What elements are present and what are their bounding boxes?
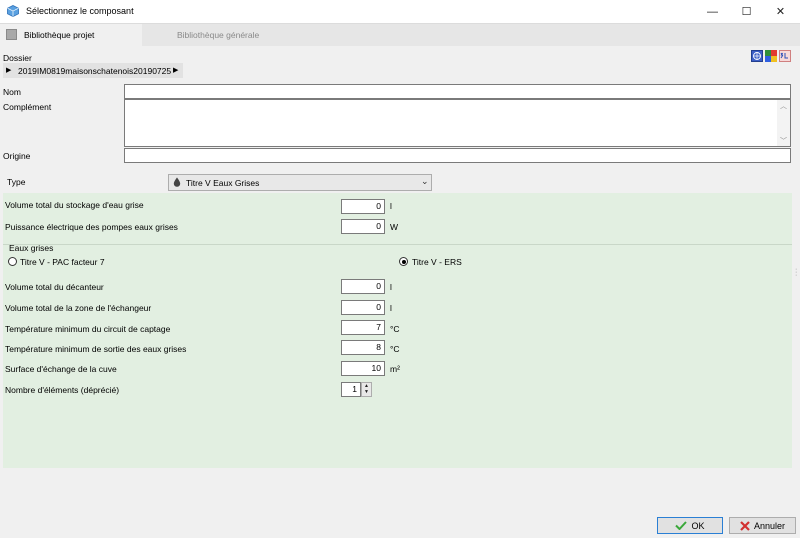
temp-captage-input[interactable]: 7 bbox=[341, 320, 385, 335]
tab-label: Bibliothèque projet bbox=[24, 30, 95, 40]
tab-bibliotheque-generale[interactable]: Bibliothèque générale bbox=[177, 30, 259, 40]
checkmark-icon bbox=[675, 521, 688, 530]
volume-echangeur-label: Volume total de la zone de l'échangeur bbox=[5, 303, 152, 313]
nom-label: Nom bbox=[3, 87, 21, 97]
nom-input[interactable] bbox=[124, 84, 791, 99]
water-drop-icon bbox=[173, 177, 181, 187]
surface-echange-input[interactable]: 10 bbox=[341, 361, 385, 376]
type-value: Titre V Eaux Grises bbox=[186, 178, 260, 188]
complement-input[interactable] bbox=[124, 99, 791, 147]
app-icon bbox=[7, 5, 19, 17]
color-grid-icon[interactable] bbox=[765, 50, 777, 62]
complement-label: Complément bbox=[3, 102, 52, 112]
type-label: Type bbox=[7, 177, 26, 187]
puissance-pompes-unit: W bbox=[390, 222, 399, 232]
temp-sortie-input[interactable]: 8 bbox=[341, 340, 385, 355]
chevron-down-icon[interactable]: ⌄ bbox=[421, 176, 429, 187]
volume-decanteur-unit: l bbox=[390, 282, 392, 292]
maximize-button[interactable]: ☐ bbox=[730, 0, 763, 23]
library-icon bbox=[6, 29, 17, 40]
triangle-right-icon[interactable]: ▶ bbox=[173, 66, 178, 74]
excel-icon[interactable] bbox=[779, 50, 791, 62]
temp-captage-unit: °C bbox=[390, 324, 400, 334]
puissance-pompes-input[interactable]: 0 bbox=[341, 219, 385, 234]
chevron-up-icon[interactable]: ︿ bbox=[780, 101, 787, 111]
volume-decanteur-label: Volume total du décanteur bbox=[5, 282, 104, 292]
stepper-down-icon[interactable]: ▼ bbox=[362, 389, 371, 395]
radio-pac-facteur-7[interactable] bbox=[8, 257, 17, 266]
origine-label: Origine bbox=[3, 151, 31, 161]
volume-echangeur-input[interactable]: 0 bbox=[341, 300, 385, 315]
close-button[interactable]: ✕ bbox=[764, 0, 797, 23]
chevron-down-icon[interactable]: ﹀ bbox=[780, 136, 787, 146]
volume-stockage-unit: l bbox=[390, 201, 392, 211]
eaux-grises-divider bbox=[3, 244, 792, 245]
puissance-pompes-label: Puissance électrique des pompes eaux gri… bbox=[5, 222, 178, 232]
complement-scrollbar[interactable]: ︿ ﹀ bbox=[777, 100, 790, 146]
triangle-right-icon[interactable]: ▶ bbox=[6, 66, 11, 74]
nombre-elements-label: Nombre d'éléments (déprécié) bbox=[5, 385, 120, 395]
radio-ers[interactable] bbox=[399, 257, 408, 266]
radio-ers-label[interactable]: Titre V - ERS bbox=[412, 257, 462, 267]
minimize-button[interactable]: — bbox=[696, 0, 729, 23]
temp-captage-label: Température minimum du circuit de captag… bbox=[5, 324, 171, 334]
volume-stockage-label: Volume total du stockage d'eau grise bbox=[5, 200, 144, 210]
quantity-stepper[interactable]: ▲ ▼ bbox=[361, 382, 372, 397]
cancel-label: Annuler bbox=[753, 520, 786, 531]
close-icon bbox=[740, 520, 750, 531]
temp-sortie-unit: °C bbox=[390, 344, 400, 354]
cancel-button[interactable]: Annuler bbox=[729, 517, 796, 534]
ok-button[interactable]: OK bbox=[657, 517, 723, 534]
origine-input[interactable] bbox=[124, 148, 791, 163]
surface-echange-label: Surface d'échange de la cuve bbox=[5, 364, 117, 374]
ok-label: OK bbox=[691, 520, 705, 531]
window-title: Sélectionnez le composant bbox=[26, 6, 134, 16]
nombre-elements-input[interactable]: 1 bbox=[341, 382, 361, 397]
folder-name[interactable]: 2019IM0819maisonschatenois20190725 bbox=[18, 66, 171, 76]
temp-sortie-label: Température minimum de sortie des eaux g… bbox=[5, 344, 187, 354]
globe-icon[interactable] bbox=[751, 50, 763, 62]
volume-echangeur-unit: l bbox=[390, 303, 392, 313]
volume-stockage-input[interactable]: 0 bbox=[341, 199, 385, 214]
dossier-label: Dossier bbox=[3, 53, 32, 63]
radio-pac-label[interactable]: Titre V - PAC facteur 7 bbox=[20, 257, 105, 267]
surface-echange-unit: m² bbox=[390, 364, 400, 374]
eaux-grises-label: Eaux grises bbox=[9, 243, 54, 253]
volume-decanteur-input[interactable]: 0 bbox=[341, 279, 385, 294]
resize-grip[interactable]: · · · bbox=[795, 266, 797, 279]
